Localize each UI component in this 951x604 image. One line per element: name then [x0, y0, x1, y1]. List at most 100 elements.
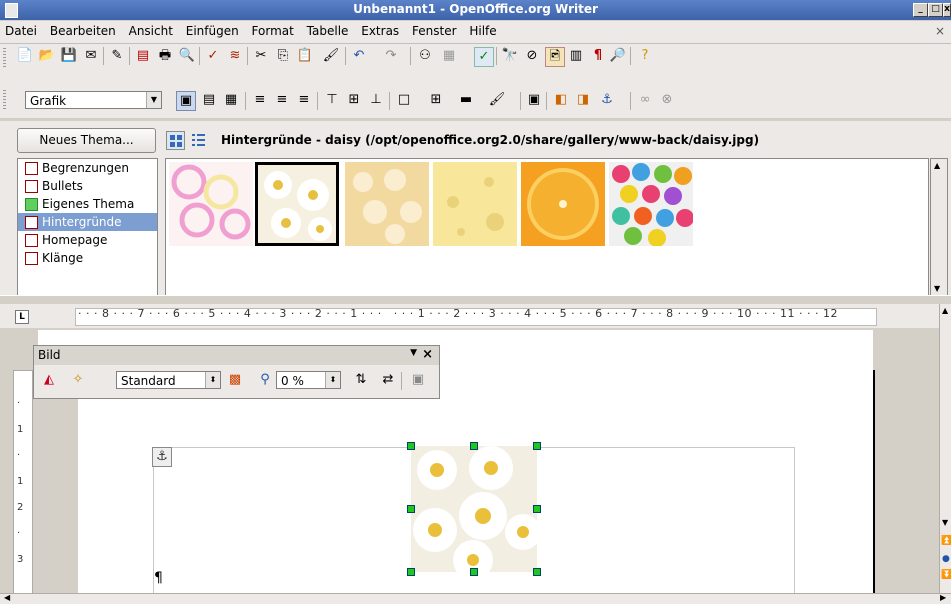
gallery-scrollbar[interactable]: ▲ ▼ [930, 158, 948, 296]
anchor-icon[interactable]: ⚓ [598, 91, 616, 109]
close-window-button[interactable]: x [943, 3, 951, 17]
resize-handle[interactable] [470, 568, 478, 576]
copy-icon[interactable]: ⎘ [274, 47, 292, 65]
next-page-icon[interactable]: ⏬ [941, 570, 951, 580]
draw-functions-icon[interactable]: ✓ [474, 47, 494, 67]
help-icon[interactable]: ? [636, 47, 654, 65]
menu-hilfe[interactable]: Hilfe [464, 21, 500, 38]
resize-handle[interactable] [533, 442, 541, 450]
formatting-marks-icon[interactable]: ¶ [589, 47, 607, 65]
datasources-icon[interactable]: ▥ [567, 47, 585, 65]
redo-icon[interactable]: ↷ [382, 47, 400, 65]
icon-view-icon[interactable] [166, 131, 185, 150]
align-right-icon[interactable]: ≡ [295, 91, 313, 109]
save-icon[interactable]: 💾 [60, 47, 78, 65]
link-frames-icon[interactable]: ∞ [636, 91, 654, 109]
maximize-button[interactable]: □ [928, 3, 943, 17]
flip-vertical-icon[interactable]: ⇅ [352, 371, 370, 389]
navigator2-icon[interactable]: ⊘ [523, 47, 541, 65]
frame-properties-icon[interactable]: ▣ [525, 91, 543, 109]
borders-icon[interactable]: □ [395, 91, 413, 109]
thumbnail-daisy[interactable] [255, 162, 339, 246]
scroll-down-icon[interactable]: ▼ [942, 518, 948, 527]
toolbar-menu-icon[interactable]: ▼ [410, 348, 417, 358]
theme-item-homepage[interactable]: Homepage [18, 231, 157, 249]
cut-icon[interactable]: ✂ [252, 47, 270, 65]
bring-to-front-icon[interactable]: ◧ [552, 91, 570, 109]
toolbar-grip[interactable] [3, 90, 6, 110]
magic-wand-icon[interactable]: ✧ [69, 371, 87, 389]
new-theme-button[interactable]: Neues Thema... [17, 128, 156, 153]
close-document-icon[interactable]: × [935, 24, 945, 38]
scroll-right-icon[interactable]: ▶ [940, 593, 946, 602]
align-center-icon[interactable]: ≡ [273, 91, 291, 109]
unlink-frames-icon[interactable]: ⊗ [658, 91, 676, 109]
color-icon[interactable]: ▩ [226, 371, 244, 389]
menu-ansicht[interactable]: Ansicht [124, 21, 177, 38]
find-replace-icon[interactable]: 🔭 [501, 47, 519, 65]
gallery-icon[interactable]: 🖻 [545, 47, 565, 67]
theme-item-hintergruende[interactable]: Hintergründe [18, 213, 157, 231]
detail-view-icon[interactable] [190, 131, 207, 148]
tab-stop-icon[interactable]: L [15, 310, 29, 324]
menu-einfuegen[interactable]: Einfügen [181, 21, 243, 38]
edit-file-icon[interactable]: ✎ [108, 47, 126, 65]
background-color-icon[interactable]: 🖌 [488, 91, 506, 109]
transparency-field[interactable]: 0 % ⬍ [276, 371, 341, 389]
line-style-icon[interactable]: ⊞ [427, 91, 445, 109]
image-toolbar-titlebar[interactable]: Bild ▼ × [34, 346, 439, 365]
autospellcheck-icon[interactable]: ≋ [226, 47, 244, 65]
chevron-updown-icon[interactable]: ⬍ [325, 372, 340, 388]
horizontal-scrollbar[interactable]: ◀ ▶ [0, 593, 951, 604]
thumbnail-confetti[interactable] [609, 162, 694, 247]
theme-item-begrenzungen[interactable]: Begrenzungen [18, 159, 157, 177]
page-preview-icon[interactable]: 🔍 [178, 47, 196, 65]
navigator-icon[interactable]: ⚇ [416, 47, 434, 65]
paste-icon[interactable]: 📋 [296, 47, 314, 65]
resize-handle[interactable] [407, 505, 415, 513]
align-top-icon[interactable]: ⊤ [323, 91, 341, 109]
menu-tabelle[interactable]: Tabelle [302, 21, 353, 38]
format-paintbrush-icon[interactable]: 🖌 [322, 47, 340, 65]
align-bottom-icon[interactable]: ⊥ [367, 91, 385, 109]
thumbnail-orange[interactable] [521, 162, 605, 246]
theme-item-eigenes-thema[interactable]: Eigenes Thema [18, 195, 157, 213]
resize-handle[interactable] [407, 442, 415, 450]
spellcheck-icon[interactable]: ✓ [204, 47, 222, 65]
minimize-button[interactable]: _ [913, 3, 928, 17]
selected-image-daisy[interactable] [407, 442, 541, 580]
new-document-icon[interactable]: 📄 [16, 47, 34, 65]
menu-format[interactable]: Format [247, 21, 298, 38]
undo-icon[interactable]: ↶ [350, 47, 368, 65]
zoom-icon[interactable]: 🔎 [609, 47, 627, 65]
flip-horizontal-icon[interactable]: ⇄ [379, 371, 397, 389]
close-icon[interactable]: × [422, 347, 433, 362]
resize-handle[interactable] [470, 442, 478, 450]
thumbnail-cheese[interactable] [433, 162, 517, 246]
menu-bearbeiten[interactable]: Bearbeiten [45, 21, 120, 38]
resize-handle[interactable] [533, 505, 541, 513]
theme-item-klaenge[interactable]: Klänge [18, 249, 157, 267]
previous-page-icon[interactable]: ⏫ [941, 536, 951, 546]
print-icon[interactable]: 🖶 [156, 47, 174, 65]
navigation-icon[interactable]: ● [942, 554, 950, 564]
scroll-down-icon[interactable]: ▼ [934, 284, 940, 293]
border-color-icon[interactable]: ▬ [457, 91, 475, 109]
align-middle-icon[interactable]: ⊞ [345, 91, 363, 109]
email-icon[interactable]: ✉ [82, 47, 100, 65]
send-to-back-icon[interactable]: ◨ [574, 91, 592, 109]
wrap-through-icon[interactable]: ▦ [222, 91, 240, 109]
resize-handle[interactable] [407, 568, 415, 576]
wrap-page-icon[interactable]: ▤ [200, 91, 218, 109]
graphic-properties-icon[interactable]: ▣ [409, 371, 427, 389]
scroll-up-icon[interactable]: ▲ [942, 306, 948, 315]
vertical-scrollbar[interactable]: ▲ ▼ ⏫ ● ⏬ [939, 304, 951, 594]
vertical-ruler[interactable]: · 1 · 1 2 · 3 [13, 370, 33, 597]
graphics-mode-combo[interactable]: Standard ⬍ [116, 371, 221, 389]
toolbar-grip[interactable] [3, 48, 6, 68]
theme-item-bullets[interactable]: Bullets [18, 177, 157, 195]
transparency-icon[interactable]: ⚲ [256, 371, 274, 389]
chevron-updown-icon[interactable]: ⬍ [205, 372, 220, 388]
menu-datei[interactable]: Datei [0, 21, 41, 38]
chevron-down-icon[interactable]: ▼ [146, 92, 161, 108]
